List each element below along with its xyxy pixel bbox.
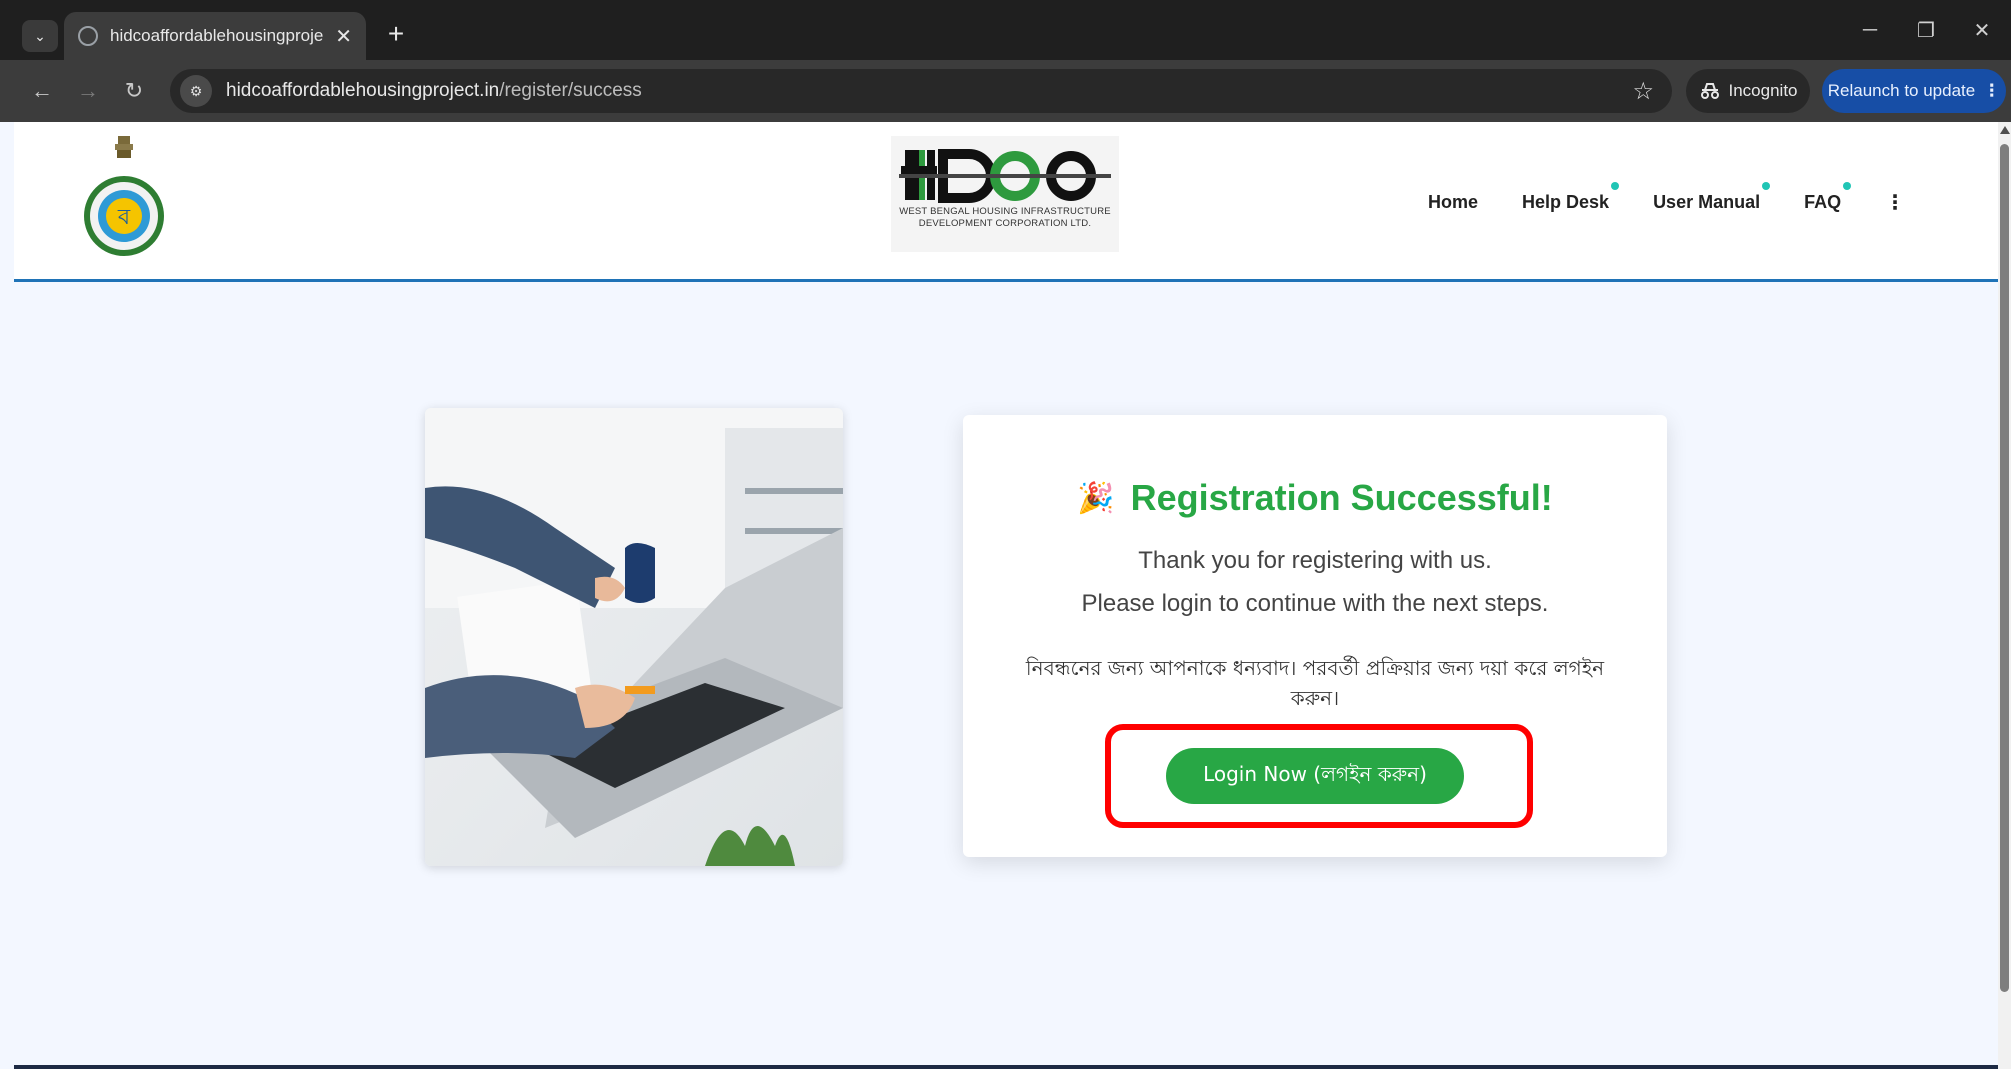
nav-user-manual[interactable]: User Manual xyxy=(1653,182,1771,213)
nav-home-label: Home xyxy=(1428,192,1479,212)
new-tab-button[interactable]: + xyxy=(380,18,412,50)
page-scrollbar[interactable] xyxy=(1998,122,2011,1069)
site-header: ব WEST BENGAL HOUSING INFRASTRUCTURE DEV… xyxy=(14,122,1998,282)
success-card: 🎉 Registration Successful! Thank you for… xyxy=(963,415,1667,857)
star-icon[interactable]: ☆ xyxy=(1632,77,1654,106)
nav-help-desk[interactable]: Help Desk xyxy=(1522,182,1620,213)
browser-tab-strip: ⌄ hidcoaffordablehousingproject. ✕ + ─ ❐… xyxy=(0,0,2011,60)
relaunch-button[interactable]: Relaunch to update ⋮ xyxy=(1822,69,2006,113)
login-instruction-text: Please login to continue with the next s… xyxy=(1081,590,1549,617)
scroll-up-arrow-icon[interactable] xyxy=(2000,126,2010,134)
scroll-thumb[interactable] xyxy=(2000,144,2009,992)
nav-home[interactable]: Home xyxy=(1428,192,1478,213)
more-menu-icon[interactable]: ⋮ xyxy=(1885,190,1905,215)
card-title: 🎉 Registration Successful! xyxy=(963,477,1667,519)
browser-toolbar: ← → ↻ ⚙ hidcoaffordablehousingproject.in… xyxy=(0,60,2011,122)
kebab-icon: ⋮ xyxy=(1983,81,2001,100)
web-page: ব WEST BENGAL HOUSING INFRASTRUCTURE DEV… xyxy=(14,122,1998,1069)
chevron-down-icon[interactable]: ⌄ xyxy=(22,20,58,52)
forward-arrow-icon[interactable]: → xyxy=(72,75,104,107)
nav-faq[interactable]: FAQ xyxy=(1804,182,1852,213)
nav-help-desk-label: Help Desk xyxy=(1522,192,1610,212)
browser-tab[interactable]: hidcoaffordablehousingproject. ✕ xyxy=(64,12,366,60)
bengali-message: নিবন্ধনের জন্য আপনাকে ধন্যবাদ। পরবর্তী প… xyxy=(1025,656,1605,710)
address-bar[interactable]: ⚙ hidcoaffordablehousingproject.in/regis… xyxy=(170,69,1672,113)
thank-you-text: Thank you for registering with us. xyxy=(1138,547,1492,574)
reload-icon[interactable]: ↻ xyxy=(118,75,150,107)
url-path: /register/success xyxy=(499,80,642,101)
hero-laptop-image xyxy=(425,408,843,866)
close-icon[interactable]: ✕ xyxy=(335,24,352,49)
globe-icon xyxy=(78,26,98,46)
nav-faq-label: FAQ xyxy=(1804,192,1842,212)
url-domain: hidcoaffordablehousingproject.in xyxy=(226,80,500,101)
notification-dot xyxy=(1762,182,1771,190)
notification-dot xyxy=(1843,182,1852,190)
relaunch-label: Relaunch to update xyxy=(1827,81,1976,100)
url-text[interactable]: hidcoaffordablehousingproject.in/registe… xyxy=(226,80,642,102)
hidco-logo-mark xyxy=(899,149,1111,203)
nav-user-manual-label: User Manual xyxy=(1653,192,1761,212)
hidco-logo: WEST BENGAL HOUSING INFRASTRUCTURE DEVEL… xyxy=(891,136,1119,252)
restore-icon[interactable]: ❐ xyxy=(1906,14,1946,46)
incognito-indicator[interactable]: Incognito xyxy=(1686,69,1810,113)
footer-strip xyxy=(14,1065,1998,1069)
party-popper-icon: 🎉 xyxy=(1077,481,1115,515)
incognito-icon xyxy=(1700,83,1719,99)
close-window-icon[interactable]: ✕ xyxy=(1962,14,2002,46)
incognito-label: Incognito xyxy=(1728,81,1798,100)
tab-title: hidcoaffordablehousingproject. xyxy=(110,26,324,45)
login-now-button[interactable]: Login Now (লগইন করুন) xyxy=(1166,748,1464,804)
svg-text:ব: ব xyxy=(117,205,131,230)
logo-caption: WEST BENGAL HOUSING INFRASTRUCTURE DEVEL… xyxy=(899,206,1111,229)
state-emblem-logo: ব xyxy=(84,136,164,256)
minimize-icon[interactable]: ─ xyxy=(1850,14,1890,46)
site-info-icon[interactable]: ⚙ xyxy=(180,75,212,107)
main-nav: Home Help Desk User Manual FAQ ⋮ xyxy=(1428,182,1905,215)
card-title-text: Registration Successful! xyxy=(1130,477,1553,518)
notification-dot xyxy=(1611,182,1620,190)
back-arrow-icon[interactable]: ← xyxy=(26,75,58,107)
